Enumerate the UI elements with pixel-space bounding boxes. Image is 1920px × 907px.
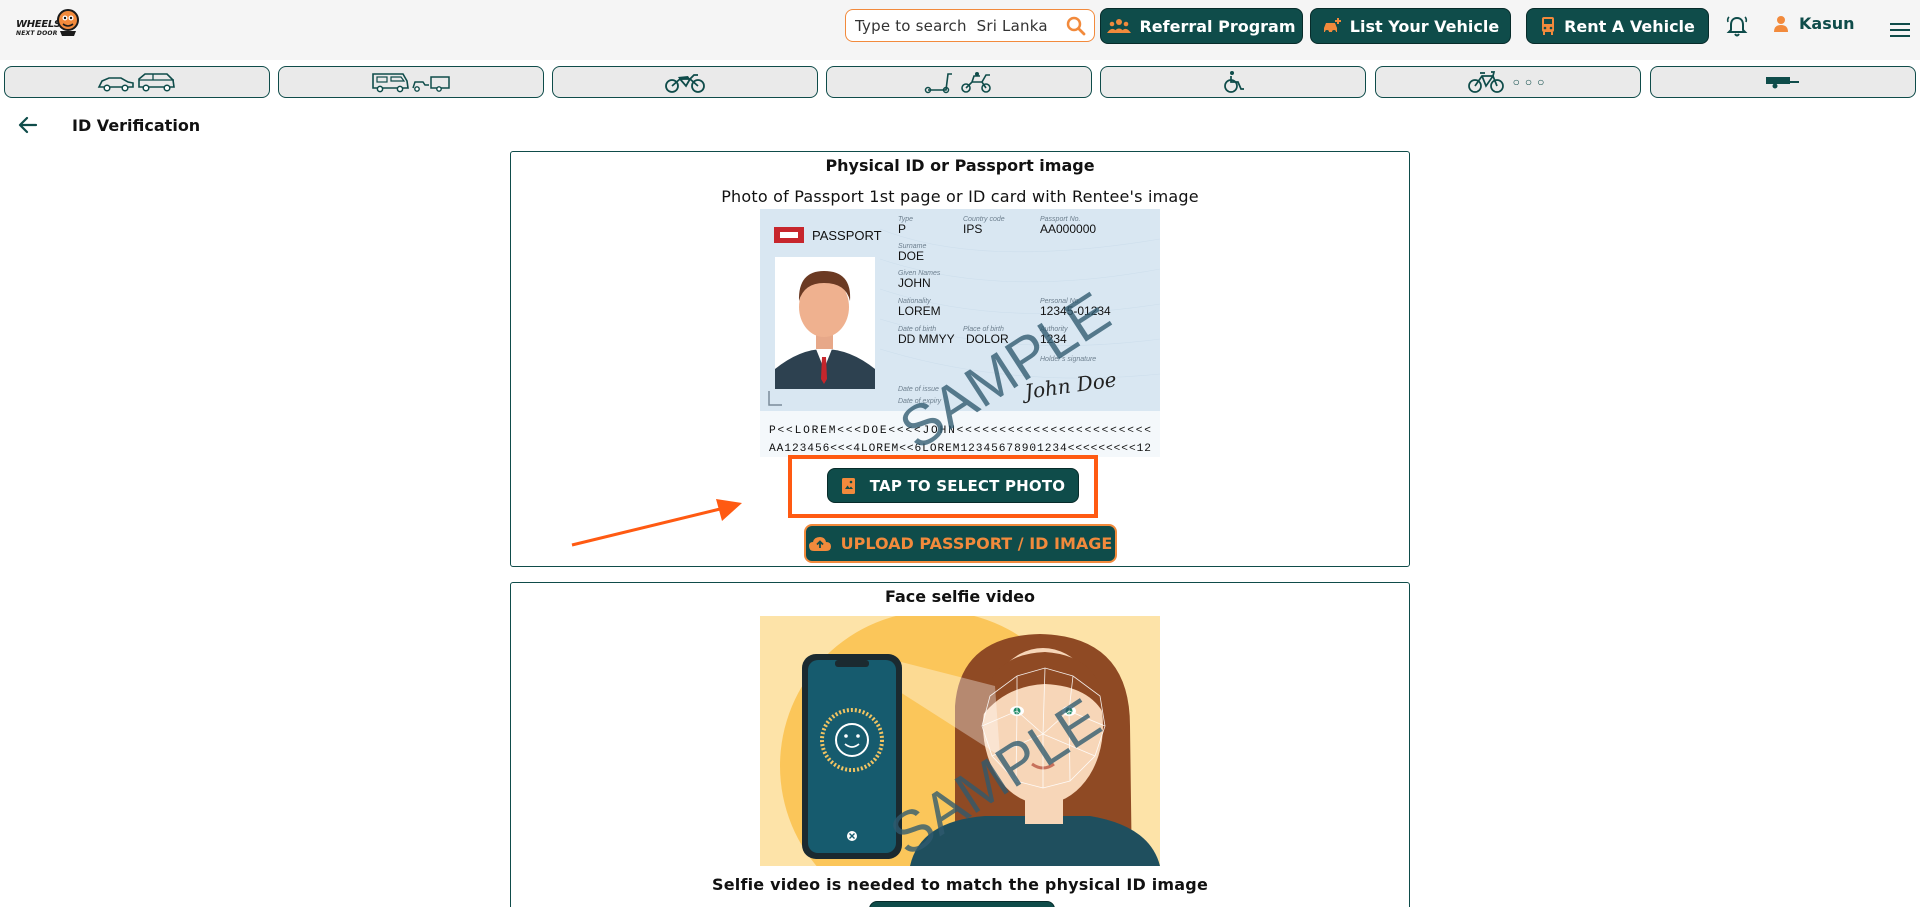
page-title: ID Verification [72, 116, 201, 135]
selfie-video-card: Face selfie video SAMPLE Selfie video is… [510, 582, 1410, 907]
passport-mrz-line2: AA123456<<<4LOREM<<6LOREM12345678901234<… [769, 443, 1151, 455]
referral-program-button[interactable]: Referral Program [1100, 8, 1303, 44]
sample-selfie-image: SAMPLE [760, 616, 1160, 866]
category-bar: ○○○ [0, 65, 1920, 99]
category-mobility[interactable] [1100, 66, 1366, 98]
passport-surname-value: DOE [898, 249, 924, 263]
record-selfie-button[interactable] [869, 901, 1055, 907]
bicycle-icon [1467, 71, 1504, 93]
category-bicycles[interactable]: ○○○ [1375, 66, 1641, 98]
logo-subtext: NEXT DOOR [16, 30, 58, 37]
passport-country-value: IPS [963, 222, 982, 236]
list-vehicle-label: List Your Vehicle [1349, 16, 1500, 36]
id-card-heading: Physical ID or Passport image [825, 156, 1095, 175]
passport-type-value: P [898, 222, 906, 236]
passport-given-value: JOHN [898, 276, 931, 290]
car-add-icon [1323, 18, 1341, 34]
user-name: Kasun [1799, 14, 1855, 33]
category-motorbikes[interactable] [552, 66, 818, 98]
passport-doc-title: PASSPORT [812, 228, 882, 243]
upload-id-label: UPLOAD PASSPORT / ID IMAGE [840, 534, 1113, 553]
bus-icon [1542, 17, 1555, 35]
passport-dob-value: DD MMYY [898, 332, 955, 346]
logo[interactable]: WHEELS NEXT DOOR [14, 7, 79, 41]
motorbike-icon [665, 74, 705, 93]
sample-passport-image: PASSPORT Type P Country code IPS Passpor… [760, 209, 1160, 457]
category-cars[interactable] [4, 66, 270, 98]
category-scooters[interactable] [826, 66, 1092, 98]
scooter-icon [924, 72, 991, 94]
passport-number-value: AA000000 [1040, 222, 1096, 236]
photo-book-icon [841, 477, 855, 494]
category-trailers[interactable] [1650, 66, 1916, 98]
rent-vehicle-button[interactable]: Rent A Vehicle [1526, 8, 1709, 44]
car-icon [97, 73, 175, 92]
search-box[interactable] [845, 9, 1095, 42]
select-photo-label: TAP TO SELECT PHOTO [869, 476, 1066, 495]
back-arrow-icon[interactable] [18, 116, 38, 134]
selfie-caption: Selfie video is needed to match the phys… [711, 875, 1209, 894]
upload-id-button[interactable]: UPLOAD PASSPORT / ID IMAGE [804, 524, 1117, 563]
referral-program-label: Referral Program [1139, 16, 1296, 36]
campervan-icon [372, 73, 450, 93]
passport-nationality-value: LOREM [898, 304, 941, 318]
user-menu[interactable]: Kasun [1773, 14, 1855, 33]
search-icon[interactable] [1066, 16, 1086, 36]
wheelchair-icon [1224, 71, 1244, 93]
annotation-arrow-icon [571, 499, 742, 547]
logo-mascot-icon [57, 9, 79, 36]
selfie-heading: Face selfie video [884, 587, 1036, 606]
notification-bell-icon[interactable] [1726, 16, 1748, 38]
id-card-subheading: Photo of Passport 1st page or ID card wi… [721, 187, 1199, 206]
trailer-icon [1766, 77, 1799, 89]
header: WHEELS NEXT DOOR Referral Program List [0, 0, 1920, 60]
select-photo-button[interactable]: TAP TO SELECT PHOTO [827, 468, 1079, 503]
group-icon [1107, 19, 1132, 33]
hamburger-menu-icon[interactable] [1890, 22, 1910, 38]
rent-vehicle-label: Rent A Vehicle [1564, 16, 1695, 36]
user-icon [1774, 15, 1788, 32]
search-input[interactable] [855, 16, 1055, 35]
more-indicator: ○○○ [1512, 75, 1550, 89]
category-campers[interactable] [278, 66, 544, 98]
list-vehicle-button[interactable]: List Your Vehicle [1310, 8, 1511, 44]
cloud-upload-icon [808, 536, 831, 551]
